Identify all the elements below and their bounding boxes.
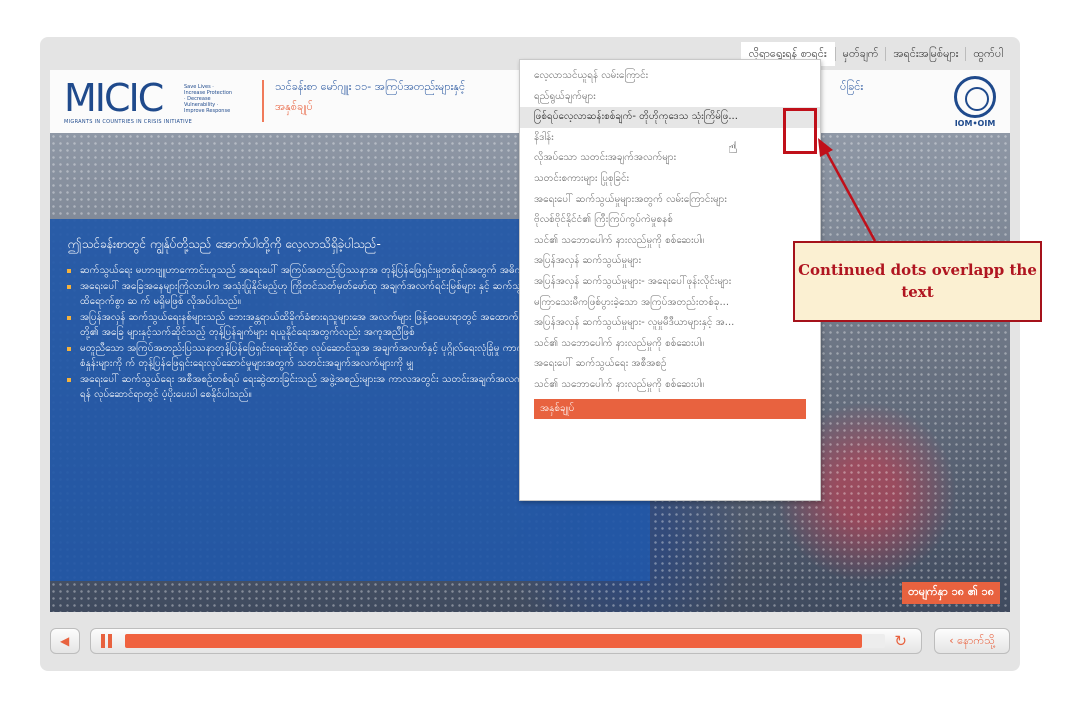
lesson-title: သင်ခန်းစာ မော်ဂျူး ၁၁- အကြပ်အတည်းများနှင… <box>275 80 466 93</box>
menu-item[interactable]: ဗိုလစ်ဗိုင်နိုင်ငံ၏ ကြီးကြပ်ကွပ်ကဲမှုစနစ… <box>520 210 820 231</box>
back-button[interactable]: ‹ နောက်သို့ <box>934 628 1010 654</box>
menu-item[interactable]: သင်၏ သဘောပေါက် နားလည်မှုကို စစ်ဆေးပါ။ <box>520 231 820 252</box>
back-label: ‹ နောက်သို့ <box>949 634 995 647</box>
notes-tab[interactable]: မှတ်ချက် <box>834 47 886 61</box>
seek-fill <box>125 634 863 648</box>
menu-item[interactable]: ဖြစ်ရပ်လေ့လာဆန်းစစ်ချက်- တိုဟိုကုဒေသ သုံ… <box>520 107 820 128</box>
outline-menu: လေ့လာသင်ယူရန် လမ်းကြောင်း ရည်ရွယ်ချက်များ… <box>519 59 821 501</box>
highlight-box <box>783 108 817 154</box>
globe-icon <box>954 76 996 118</box>
progress-bar[interactable]: ↻ <box>90 628 922 654</box>
logo-subtitle: MIGRANTS IN COUNTRIES IN CRISIS INITIATI… <box>64 119 193 125</box>
menu-item[interactable]: လေ့လာသင်ယူရန် လမ်းကြောင်း <box>520 66 820 87</box>
micic-logo: MICIC Save Lives · Increase Protection ·… <box>64 78 234 126</box>
lesson-subtitle: အနှစ်ချုပ် <box>275 100 313 113</box>
menu-item[interactable]: အရေးပေါ် ဆက်သွယ်မှုများအတွက် လမ်းကြောင်း… <box>520 190 820 211</box>
menu-item[interactable]: သတင်းစကားများ ပြုစုခြင်း <box>520 169 820 190</box>
menu-item[interactable]: မကြာသေးမီကဖြစ်ပွားခဲ့သော အကြပ်အတည်းတစ်ခု… <box>520 293 820 314</box>
menu-item[interactable]: သင်၏ သဘောပေါက် နားလည်မှုကို စစ်ဆေးပါ။ <box>520 375 820 396</box>
lesson-title-end: ပ်ခြင်း <box>840 80 864 93</box>
annotation-callout: Continued dots overlapp the text <box>793 241 1042 322</box>
menu-item[interactable]: လိုအပ်သော သတင်းအချက်အလက်များ <box>520 148 820 169</box>
pause-icon[interactable] <box>101 634 113 648</box>
volume-button[interactable]: ◀ <box>50 628 80 654</box>
menu-item[interactable]: အပြန်အလှန် ဆက်သွယ်မှုများ- အရေးပေါ်ဖုန်း… <box>520 272 820 293</box>
seek-track[interactable] <box>125 634 885 648</box>
iom-label: IOM•OIM <box>954 119 996 128</box>
summary-intro: ဤသင်ခန်းစာတွင် ကျွန်ုပ်တို့သည် အောက်ပါတိ… <box>68 237 381 251</box>
menu-item[interactable]: အရေးပေါ် ဆက်သွယ်ရေး အစီအစဉ် <box>520 354 820 375</box>
header-divider <box>262 80 264 122</box>
iom-logo: IOM•OIM <box>950 76 1000 128</box>
hand-cursor-icon: ☝ <box>728 138 738 157</box>
menu-item-active[interactable]: အနှစ်ချုပ် <box>534 398 806 420</box>
playback-controls: ◀ ↻ ‹ နောက်သို့ <box>50 624 1010 658</box>
logo-tagline: Save Lives · Increase Protection · Decre… <box>184 84 233 114</box>
speaker-icon: ◀ <box>60 634 70 648</box>
exit-tab[interactable]: ထွက်ပါ <box>965 47 1010 61</box>
menu-item[interactable]: နိဒါန်း <box>520 128 820 149</box>
replay-icon[interactable]: ↻ <box>894 632 907 650</box>
resources-tab[interactable]: အရင်းအမြစ်များ <box>885 47 965 61</box>
menu-item[interactable]: အပြန်အလှန် ဆက်သွယ်မှုများ <box>520 251 820 272</box>
menu-item[interactable]: အပြန်အလှန် ဆက်သွယ်မှုများ- လူမှုမီဒီယာမျ… <box>520 313 820 334</box>
menu-item[interactable]: သင်၏ သဘောပေါက် နားလည်မှုကို စစ်ဆေးပါ။ <box>520 334 820 355</box>
slide-counter: တမျက်နှာ ၁၈ ၏ ၁၈ <box>902 582 1000 604</box>
menu-item[interactable]: ရည်ရွယ်ချက်များ <box>520 87 820 108</box>
